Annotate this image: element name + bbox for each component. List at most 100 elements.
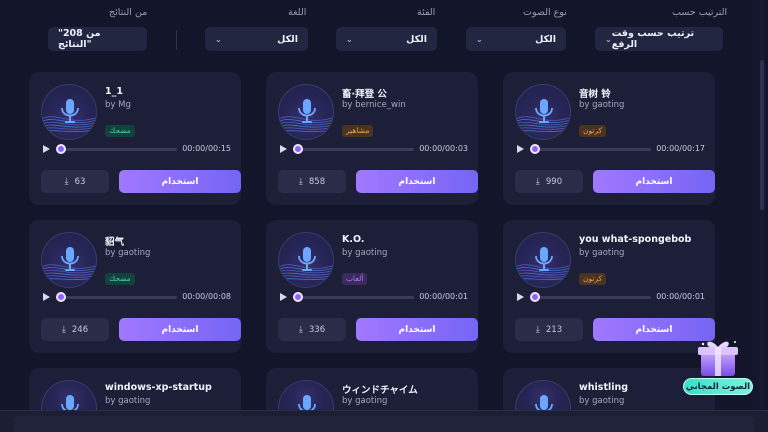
voice-title: K.O.: [342, 234, 365, 245]
microphone-icon: [535, 395, 553, 410]
category-tag: مشاهير: [342, 125, 374, 137]
play-icon[interactable]: [517, 145, 524, 153]
microphone-icon: [278, 84, 334, 140]
use-button[interactable]: استخدام: [119, 170, 241, 193]
progress-track[interactable]: [57, 296, 177, 299]
progress-knob[interactable]: [293, 292, 303, 302]
voice-card[interactable]: K.O. by gaoting ألعاب 00:00/00:01 ⤓ 336 …: [266, 220, 478, 353]
use-button[interactable]: استخدام: [356, 318, 478, 341]
language-label: اللغة: [288, 7, 307, 18]
download-count[interactable]: ⤓ 858: [278, 170, 346, 193]
play-icon[interactable]: [517, 293, 524, 301]
language-dropdown[interactable]: ⌄ الكل: [205, 27, 308, 51]
voice-card[interactable]: ウィンドチャイム by gaoting: [266, 368, 478, 410]
progress-track[interactable]: [57, 148, 177, 151]
playback-time: 00:00/00:01: [419, 292, 468, 301]
progress-knob[interactable]: [56, 292, 66, 302]
microphone-icon: [61, 395, 79, 410]
download-icon: ⤓: [535, 176, 540, 187]
download-icon: ⤓: [64, 176, 69, 187]
microphone-icon: [41, 232, 97, 288]
voice-card[interactable]: windows-xp-startup by gaoting: [29, 368, 241, 410]
results-count-box: "208 من النتائج": [48, 27, 147, 51]
sort-value: ترتيب حسب وقت الرفع: [611, 28, 695, 50]
progress-knob[interactable]: [293, 144, 303, 154]
playback-time: 00:00/00:17: [656, 144, 705, 153]
playback-time: 00:00/00:15: [182, 144, 231, 153]
download-count[interactable]: ⤓ 336: [278, 318, 346, 341]
download-count-value: 63: [74, 176, 86, 187]
play-icon[interactable]: [280, 293, 287, 301]
free-voice-label: الصوت المجاني: [683, 378, 753, 395]
progress-knob[interactable]: [530, 144, 540, 154]
voice-type-dropdown[interactable]: ⌄ الكل: [466, 27, 566, 51]
voice-title: windows-xp-startup: [105, 382, 212, 393]
voice-title: you what-spongebob: [579, 234, 692, 245]
progress-track[interactable]: [294, 148, 414, 151]
category-dropdown[interactable]: ⌄ الكل: [336, 27, 437, 51]
progress-track[interactable]: [531, 296, 651, 299]
voice-author: by bernice_win: [342, 100, 406, 110]
microphone-icon: [298, 395, 316, 410]
voice-author: by gaoting: [579, 100, 625, 110]
bottom-panel: [14, 416, 754, 432]
progress-track[interactable]: [294, 296, 414, 299]
download-count-value: 336: [308, 324, 326, 335]
progress-knob[interactable]: [56, 144, 66, 154]
voice-author: by gaoting: [342, 248, 388, 258]
playback-time: 00:00/00:08: [182, 292, 231, 301]
voice-type-label: نوع الصوت: [523, 7, 567, 18]
microphone-icon: [278, 380, 334, 410]
voice-card[interactable]: 音树 铃 by gaoting كرتون 00:00/00:17 ⤓ 990 …: [503, 72, 715, 205]
use-button[interactable]: استخدام: [356, 170, 478, 193]
sort-label: الترتيب حسب: [672, 7, 728, 18]
progress-track[interactable]: [531, 148, 651, 151]
use-button[interactable]: استخدام: [593, 170, 715, 193]
play-icon[interactable]: [43, 293, 50, 301]
scrollbar-thumb[interactable]: [760, 60, 764, 210]
voice-card[interactable]: 貂气 by gaoting مضحك 00:00/00:08 ⤓ 246 است…: [29, 220, 241, 353]
play-icon[interactable]: [280, 145, 287, 153]
chevron-down-icon: ⌄: [215, 34, 222, 44]
progress-knob[interactable]: [530, 292, 540, 302]
microphone-icon: [278, 232, 334, 288]
voice-author: by gaoting: [105, 396, 151, 406]
microphone-icon: [515, 84, 571, 140]
microphone-icon: [516, 247, 570, 280]
voice-card[interactable]: 1_1 by Mg مضحك 00:00/00:15 ⤓ 63 استخدام: [29, 72, 241, 205]
chevron-down-icon: ⌄: [605, 34, 612, 44]
download-icon: ⤓: [61, 324, 66, 335]
language-value: الكل: [277, 33, 298, 45]
voice-author: by gaoting: [579, 396, 625, 406]
results-label: من النتائج: [109, 7, 148, 18]
sort-dropdown[interactable]: ⌄ ترتيب حسب وقت الرفع: [595, 27, 723, 51]
voice-title: 貂气: [105, 237, 125, 248]
play-icon[interactable]: [43, 145, 50, 153]
free-voice-badge[interactable]: الصوت المجاني: [683, 338, 753, 398]
playback-time: 00:00/00:03: [419, 144, 468, 153]
download-count[interactable]: ⤓ 990: [515, 170, 583, 193]
microphone-icon: [279, 99, 333, 132]
category-label: الفئة: [417, 7, 436, 18]
voice-author: by gaoting: [579, 248, 625, 258]
category-tag: ألعاب: [342, 273, 368, 285]
voice-card[interactable]: 畜·拜登 公 by bernice_win مشاهير 00:00/00:03…: [266, 72, 478, 205]
divider: [176, 30, 177, 50]
voice-author: by gaoting: [342, 396, 388, 406]
category-tag: كرتون: [579, 125, 607, 137]
download-count[interactable]: ⤓ 63: [41, 170, 109, 193]
download-count-value: 213: [545, 324, 563, 335]
microphone-icon: [42, 99, 96, 132]
voice-card[interactable]: you what-spongebob by gaoting كرتون 00:0…: [503, 220, 715, 353]
download-count-value: 990: [545, 176, 563, 187]
microphone-icon: [42, 247, 96, 280]
voice-type-value: الكل: [535, 33, 556, 45]
voice-title: ウィンドチャイム: [342, 385, 418, 396]
download-count-value: 246: [71, 324, 89, 335]
download-count[interactable]: ⤓ 213: [515, 318, 583, 341]
microphone-icon: [41, 84, 97, 140]
voice-title: 1_1: [105, 86, 123, 97]
download-count[interactable]: ⤓ 246: [41, 318, 109, 341]
voice-title: whistling: [579, 382, 629, 393]
use-button[interactable]: استخدام: [119, 318, 241, 341]
